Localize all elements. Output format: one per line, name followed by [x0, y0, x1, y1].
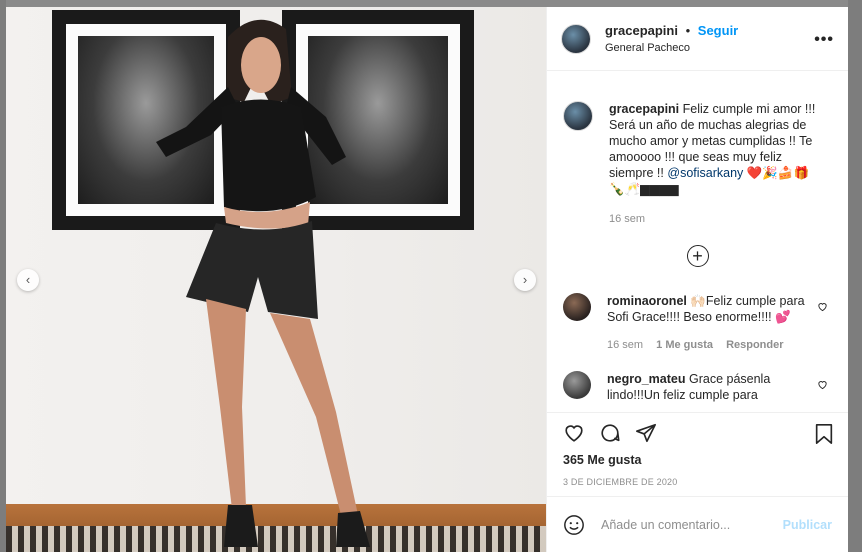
follow-button[interactable]: Seguir	[698, 23, 738, 38]
like-comment-heart-icon[interactable]	[817, 301, 828, 315]
post-location[interactable]: General Pacheco	[605, 42, 738, 54]
chevron-left-icon: ‹	[25, 272, 31, 287]
caption-mention[interactable]: @sofisarkany	[667, 166, 743, 180]
comment-username[interactable]: negro_mateu	[607, 372, 686, 386]
backdrop-right[interactable]	[848, 0, 862, 552]
caption-time[interactable]: 16 sem	[609, 213, 645, 225]
save-bookmark-icon[interactable]	[814, 423, 834, 445]
comments-list[interactable]: gracepapini Feliz cumple mi amor !!! Ser…	[547, 71, 848, 412]
load-more-comments-button[interactable]: +	[686, 245, 709, 267]
like-comment-heart-icon[interactable]	[817, 379, 828, 393]
chevron-right-icon: ›	[522, 272, 528, 287]
commenter-avatar[interactable]	[563, 371, 591, 399]
separator-dot: •	[685, 23, 691, 38]
more-options-icon[interactable]: •••	[814, 31, 834, 49]
comment-item: rominaoronel 🙌🏻Feliz cumple para Sofi Gr…	[563, 293, 832, 353]
comment-time[interactable]: 16 sem	[607, 339, 643, 351]
share-paper-plane-icon[interactable]	[635, 422, 657, 444]
post-actions-section: 365 Me gusta 3 DE DICIEMBRE DE 2020	[547, 412, 848, 487]
add-comment-input[interactable]	[599, 516, 783, 533]
carousel-next-button[interactable]: ›	[514, 269, 536, 291]
caption-username[interactable]: gracepapini	[609, 102, 679, 116]
caption-avatar[interactable]	[563, 101, 593, 131]
action-bar	[547, 413, 848, 453]
person-figure	[156, 19, 370, 547]
comment-bubble-icon[interactable]	[599, 422, 621, 444]
emoji-smiley-icon[interactable]	[563, 514, 585, 536]
commenter-avatar[interactable]	[563, 293, 591, 321]
post-photo[interactable]: ‹ ›	[6, 7, 546, 552]
publish-comment-button[interactable]: Publicar	[783, 518, 832, 532]
post-side-panel: gracepapini • Seguir General Pacheco •••…	[546, 7, 848, 552]
comment-likes[interactable]: 1 Me gusta	[656, 339, 713, 351]
plus-circle-icon: +	[692, 246, 703, 266]
post-modal: ‹ › gracepapini • Seguir General Pacheco…	[6, 7, 848, 552]
likes-count[interactable]: 365 Me gusta	[547, 453, 848, 467]
author-avatar[interactable]	[561, 23, 591, 54]
comment-item: negro_mateu Grace pásenla lindo!!!Un fel…	[563, 371, 832, 403]
reply-button[interactable]: Responder	[726, 339, 783, 351]
carousel-prev-button[interactable]: ‹	[17, 269, 39, 291]
caption-comment: gracepapini Feliz cumple mi amor !!! Ser…	[563, 101, 832, 227]
add-comment-section: Publicar	[547, 496, 848, 552]
post-header: gracepapini • Seguir General Pacheco •••	[547, 7, 848, 71]
comment-username[interactable]: rominaoronel	[607, 294, 687, 308]
like-heart-icon[interactable]	[563, 422, 585, 444]
post-date[interactable]: 3 DE DICIEMBRE DE 2020	[547, 477, 848, 487]
author-username[interactable]: gracepapini	[605, 23, 678, 38]
